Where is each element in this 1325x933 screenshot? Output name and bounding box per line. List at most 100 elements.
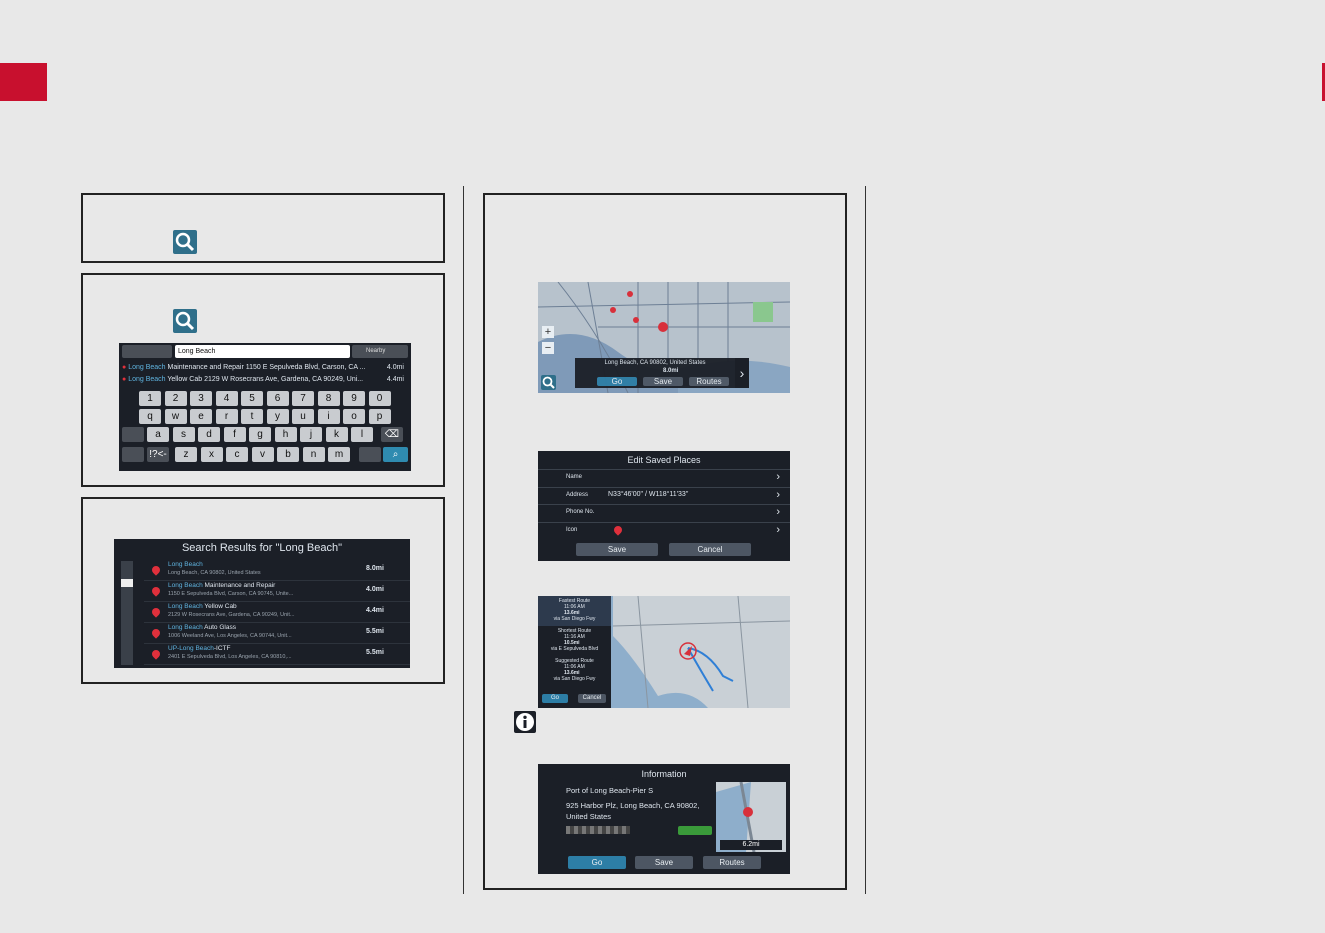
result-row[interactable]: UP-Long Beach-ICTF 2401 E Sepulveda Blvd,… bbox=[144, 644, 410, 665]
keyboard-key[interactable]: o bbox=[343, 409, 365, 424]
search-key[interactable]: ⌕ bbox=[383, 447, 408, 462]
routes-list: Fastest Route 11:06 AM 13.6mi via San Diego… bbox=[538, 596, 611, 708]
route-option[interactable]: Fastest Route 11:06 AM 13.6mi via San Diego… bbox=[538, 596, 611, 626]
result-distance: 5.5mi bbox=[366, 649, 384, 656]
saved-title: Edit Saved Places bbox=[627, 455, 701, 465]
route-name: Suggested Route bbox=[555, 658, 594, 664]
step-box-2: Long Beach Nearby ● Long Beach Maintenan… bbox=[81, 273, 445, 487]
keyboard-key[interactable]: c bbox=[226, 447, 248, 462]
keyboard-key[interactable]: 0 bbox=[368, 391, 391, 406]
results-title: Search Results for "Long Beach" bbox=[181, 542, 343, 554]
saved-row[interactable]: Address N33°46'00" / W118°11'33" › bbox=[538, 486, 790, 505]
keyboard-key[interactable]: a bbox=[147, 427, 169, 442]
information-screen: Information Port of Long Beach-Pier S 92… bbox=[538, 764, 790, 874]
keyboard-key[interactable]: v bbox=[251, 447, 274, 462]
call-button[interactable] bbox=[678, 826, 712, 835]
keyboard-key[interactable]: j bbox=[300, 427, 322, 442]
saved-places-screen: Edit Saved Places Name › Address N33°46'00"… bbox=[538, 451, 790, 561]
saved-row[interactable]: Icon › bbox=[538, 521, 790, 540]
saved-rows: Name › Address N33°46'00" / W118°11'33" › Pho… bbox=[538, 469, 790, 539]
result-row[interactable]: Long Beach Maintenance and Repair 1150 E … bbox=[144, 581, 410, 602]
map-search-icon[interactable] bbox=[541, 375, 556, 390]
routes-button[interactable]: Routes bbox=[689, 377, 729, 386]
keyboard-key[interactable]: u bbox=[292, 409, 314, 424]
keyboard-key[interactable]: y bbox=[266, 409, 289, 424]
keyboard-key[interactable]: 5 bbox=[241, 391, 263, 406]
column-divider bbox=[463, 186, 464, 894]
save-button[interactable]: Save bbox=[576, 543, 658, 556]
info-map-thumbnail: 6.2mi bbox=[716, 782, 786, 852]
go-button[interactable]: Go bbox=[597, 377, 637, 386]
routes-button[interactable]: Routes bbox=[703, 856, 761, 869]
keyboard-key[interactable]: k bbox=[325, 427, 348, 442]
keyboard-key[interactable]: p bbox=[368, 409, 391, 424]
keyboard: 1 2 3 4 5 6 7 8 9 0 q w e r t y u i o p a s d f g h j k l ⌫ !?<- z x c v b n… bbox=[119, 391, 411, 471]
location-distance: 8.0mi bbox=[663, 368, 679, 374]
keyboard-key[interactable]: q bbox=[139, 409, 161, 424]
zoom-out-button[interactable]: − bbox=[542, 342, 554, 354]
symbols-key[interactable]: !?<- bbox=[147, 447, 169, 462]
keyboard-key[interactable]: 9 bbox=[343, 391, 365, 406]
zoom-in-button[interactable]: + bbox=[542, 326, 554, 338]
suggestion-row[interactable]: ● Long Beach Yellow Cab 2129 W Rosecrans… bbox=[122, 374, 408, 385]
result-distance: 4.4mi bbox=[366, 607, 384, 614]
keyboard-key[interactable]: 3 bbox=[190, 391, 212, 406]
route-option[interactable]: Suggested Route 11:06 AM 13.6mi via San Die… bbox=[538, 656, 611, 686]
keyboard-key[interactable]: l bbox=[351, 427, 373, 442]
suggestion-row[interactable]: ● Long Beach Maintenance and Repair 1150… bbox=[122, 362, 408, 373]
keyboard-key[interactable]: m bbox=[328, 447, 350, 462]
location-pin-icon bbox=[150, 564, 162, 576]
space-key[interactable] bbox=[359, 447, 381, 462]
go-button[interactable]: Go bbox=[542, 694, 568, 703]
keyboard-key[interactable]: f bbox=[223, 427, 246, 442]
location-pin-icon bbox=[150, 585, 162, 597]
result-distance: 4.0mi bbox=[366, 586, 384, 593]
saved-row[interactable]: Name › bbox=[538, 469, 790, 487]
globe-key[interactable] bbox=[122, 447, 144, 462]
nearby-button[interactable]: Nearby bbox=[352, 345, 408, 358]
keyboard-key[interactable]: 4 bbox=[215, 391, 238, 406]
result-row[interactable]: Long Beach Long Beach, CA 90802, United S… bbox=[144, 560, 410, 581]
result-row[interactable]: Long Beach Auto Glass 1006 Weeland Ave, L… bbox=[144, 623, 410, 644]
keyboard-key[interactable]: t bbox=[241, 409, 263, 424]
save-button[interactable]: Save bbox=[643, 377, 683, 386]
location-pin-icon bbox=[150, 627, 162, 639]
backspace-key[interactable]: ⌫ bbox=[381, 427, 403, 442]
keyboard-key[interactable]: h bbox=[274, 427, 297, 442]
keyboard-key[interactable]: 8 bbox=[317, 391, 340, 406]
search-input[interactable]: Long Beach bbox=[175, 345, 350, 358]
saved-row[interactable]: Phone No. › bbox=[538, 504, 790, 522]
go-button[interactable]: Go bbox=[568, 856, 626, 869]
keyboard-key[interactable]: d bbox=[198, 427, 220, 442]
chevron-right-icon: › bbox=[776, 488, 780, 501]
keyboard-key[interactable]: z bbox=[175, 447, 197, 462]
keyboard-key[interactable]: 6 bbox=[266, 391, 289, 406]
keyboard-key[interactable]: w bbox=[164, 409, 187, 424]
keyboard-key[interactable]: r bbox=[215, 409, 238, 424]
result-address: 1006 Weeland Ave, Los Angeles, CA 90744,… bbox=[168, 633, 292, 639]
keyboard-key[interactable]: 1 bbox=[139, 391, 161, 406]
keyboard-key[interactable]: x bbox=[200, 447, 223, 462]
back-button[interactable] bbox=[122, 345, 172, 358]
keyboard-key[interactable]: s bbox=[172, 427, 195, 442]
keyboard-key[interactable]: i bbox=[317, 409, 340, 424]
result-name: Long Beach bbox=[168, 561, 203, 568]
route-name: Fastest Route bbox=[558, 598, 591, 604]
keyboard-key[interactable]: g bbox=[249, 427, 271, 442]
cancel-button[interactable]: Cancel bbox=[669, 543, 751, 556]
keyboard-key[interactable]: n bbox=[302, 447, 325, 462]
keyboard-key[interactable]: 7 bbox=[292, 391, 314, 406]
location-pin-icon bbox=[150, 606, 162, 618]
chevron-right-icon[interactable]: › bbox=[735, 358, 749, 388]
keyboard-key[interactable]: b bbox=[277, 447, 299, 462]
search-icon bbox=[173, 230, 197, 254]
results-list: Long Beach Long Beach, CA 90802, United S… bbox=[144, 560, 410, 668]
route-option[interactable]: Shortest Route 11:16 AM 10.5mi via E Sepulv… bbox=[538, 626, 611, 656]
scrollbar[interactable] bbox=[121, 561, 133, 665]
cancel-button[interactable]: Cancel bbox=[578, 694, 606, 703]
shift-key[interactable] bbox=[122, 427, 144, 442]
result-row[interactable]: Long Beach Yellow Cab 2129 W Rosecrans Av… bbox=[144, 602, 410, 623]
save-button[interactable]: Save bbox=[635, 856, 693, 869]
keyboard-key[interactable]: 2 bbox=[164, 391, 187, 406]
keyboard-key[interactable]: e bbox=[190, 409, 212, 424]
